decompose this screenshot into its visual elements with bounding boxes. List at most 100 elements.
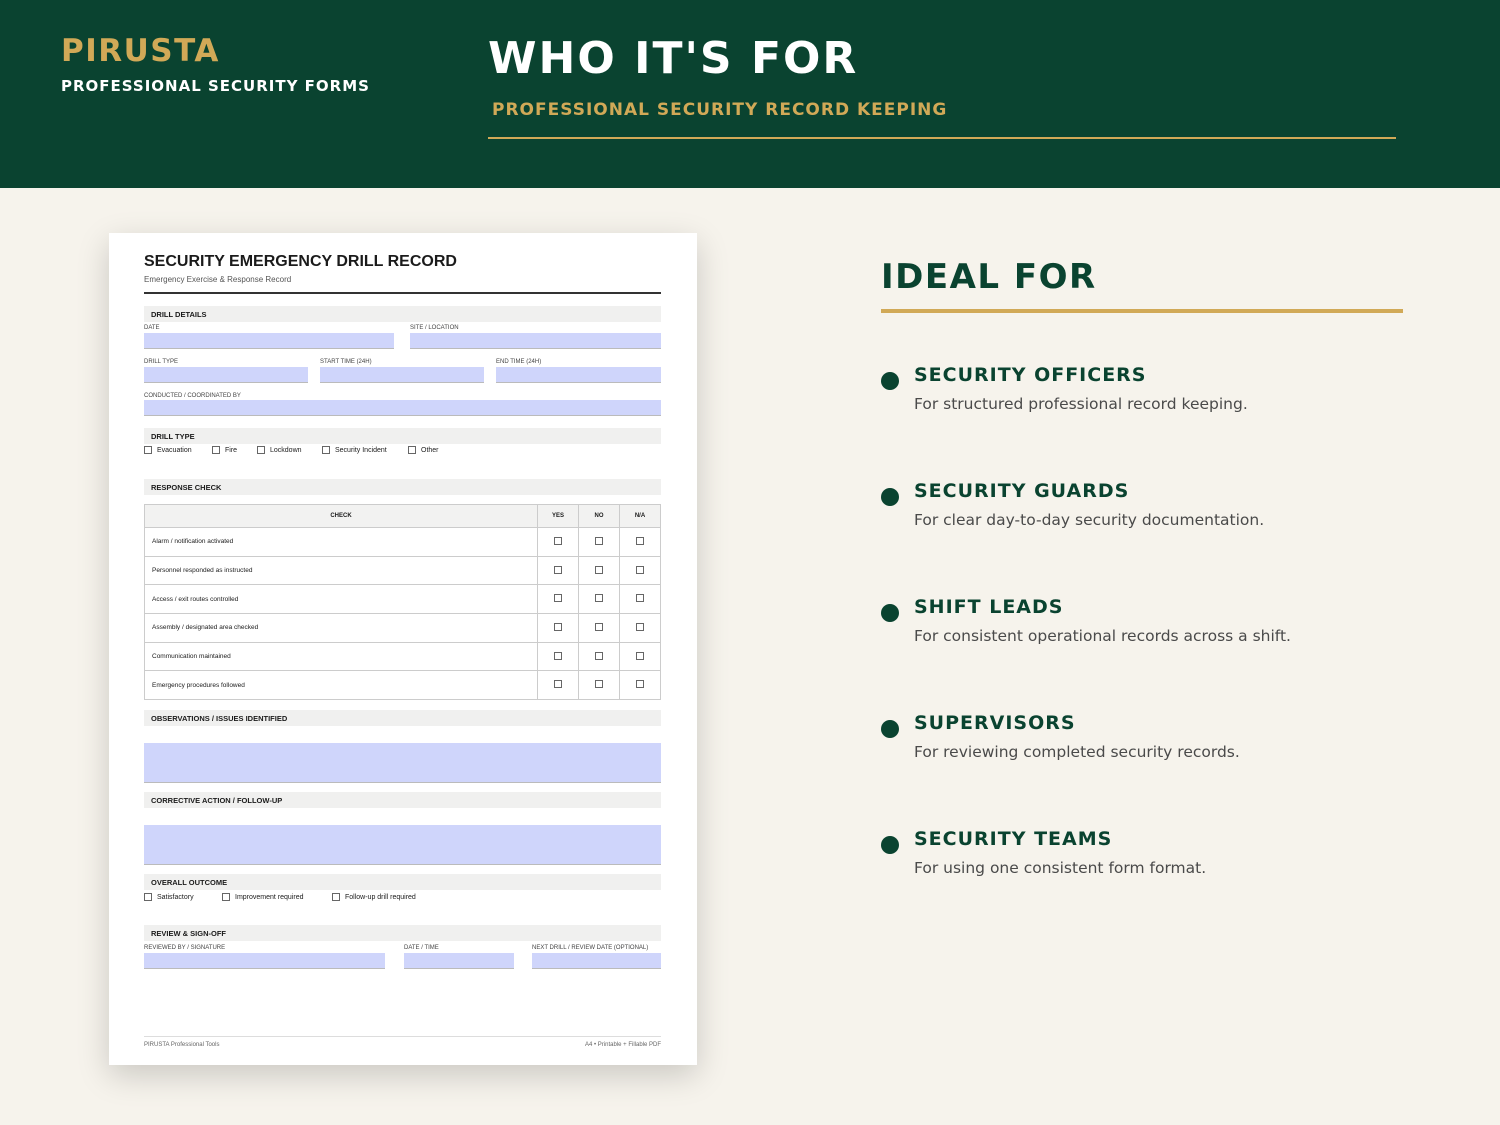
brand-tagline: PROFESSIONAL SECURITY FORMS — [61, 77, 370, 95]
audience-title: SHIFT LEADS — [914, 596, 1064, 618]
option-lockdown[interactable]: Lockdown — [257, 446, 322, 454]
audience-title: SECURITY TEAMS — [914, 828, 1113, 850]
option-evacuation[interactable]: Evacuation — [144, 446, 212, 454]
section-observations: OBSERVATIONS / ISSUES IDENTIFIED — [144, 710, 661, 726]
ideal-for-divider — [881, 309, 1403, 313]
no-checkbox[interactable] — [595, 536, 603, 545]
table-row: Assembly / designated area checked — [144, 613, 661, 643]
na-checkbox[interactable] — [636, 622, 644, 631]
check-label: Assembly / designated area checked — [144, 613, 538, 643]
checkbox[interactable] — [322, 446, 330, 454]
audience-title: SECURITY OFFICERS — [914, 364, 1147, 386]
option-satisfactory[interactable]: Satisfactory — [144, 893, 222, 901]
section-heading: CORRECTIVE ACTION / FOLLOW-UP — [151, 796, 283, 805]
na-checkbox[interactable] — [636, 594, 644, 603]
checkbox[interactable] — [408, 446, 416, 454]
checkbox[interactable] — [144, 893, 152, 901]
no-checkbox[interactable] — [595, 680, 603, 689]
section-response-check: RESPONSE CHECK — [144, 479, 661, 495]
drill-type-field[interactable] — [144, 367, 308, 383]
form-subtitle: Emergency Exercise & Response Record — [144, 275, 292, 284]
check-label: Alarm / notification activated — [144, 527, 538, 557]
section-drill-type: DRILL TYPE — [144, 428, 661, 444]
table-row: Alarm / notification activated — [144, 527, 661, 557]
start-time-field[interactable] — [320, 367, 484, 383]
yes-checkbox[interactable] — [554, 594, 562, 603]
outcome-options: Satisfactory Improvement required Follow… — [144, 893, 416, 901]
check-label: Communication maintained — [144, 641, 538, 672]
checkbox[interactable] — [257, 446, 265, 454]
audience-description: For structured professional record keepi… — [914, 395, 1248, 413]
no-checkbox[interactable] — [595, 565, 603, 574]
end-time-field[interactable] — [496, 367, 661, 383]
site-label: SITE / LOCATION — [410, 325, 459, 331]
bullet-dot-icon — [881, 372, 899, 390]
datetime-label: DATE / TIME — [404, 945, 439, 951]
checkbox[interactable] — [144, 446, 152, 454]
audience-title: SUPERVISORS — [914, 712, 1076, 734]
header-divider — [488, 137, 1396, 139]
bullet-dot-icon — [881, 604, 899, 622]
reviewed-by-label: REVIEWED BY / SIGNATURE — [144, 945, 226, 951]
header-banner: PIRUSTA PROFESSIONAL SECURITY FORMS WHO … — [0, 0, 1500, 188]
ideal-for-heading: IDEAL FOR — [881, 257, 1097, 297]
option-other[interactable]: Other — [408, 446, 439, 454]
brand-name: PIRUSTA — [61, 33, 220, 69]
section-corrective-action: CORRECTIVE ACTION / FOLLOW-UP — [144, 792, 661, 808]
na-checkbox[interactable] — [636, 651, 644, 660]
check-label: Access / exit routes controlled — [144, 584, 538, 615]
section-heading: DRILL DETAILS — [151, 310, 207, 319]
yes-checkbox[interactable] — [554, 651, 562, 660]
bullet-dot-icon — [881, 720, 899, 738]
site-field[interactable] — [410, 333, 661, 349]
yes-checkbox[interactable] — [554, 622, 562, 631]
corrective-action-field[interactable] — [144, 825, 661, 865]
bullet-dot-icon — [881, 836, 899, 854]
form-footer-divider — [144, 1036, 661, 1037]
conducted-by-field[interactable] — [144, 400, 661, 416]
section-heading: DRILL TYPE — [151, 432, 195, 441]
audience-description: For consistent operational records acros… — [914, 627, 1291, 645]
no-checkbox[interactable] — [595, 594, 603, 603]
table-row: Emergency procedures followed — [144, 670, 661, 701]
form-title: SECURITY EMERGENCY DRILL RECORD — [144, 253, 457, 270]
form-footer-left: PIRUSTA Professional Tools — [144, 1042, 220, 1048]
audience-description: For using one consistent form format. — [914, 859, 1207, 877]
form-title-divider — [144, 292, 661, 294]
na-checkbox[interactable] — [636, 565, 644, 574]
section-heading: RESPONSE CHECK — [151, 483, 222, 492]
yes-checkbox[interactable] — [554, 565, 562, 574]
no-checkbox[interactable] — [595, 651, 603, 660]
table-row: Personnel responded as instructed — [144, 555, 661, 586]
na-checkbox[interactable] — [636, 536, 644, 545]
na-checkbox[interactable] — [636, 680, 644, 689]
section-heading: OBSERVATIONS / ISSUES IDENTIFIED — [151, 714, 288, 723]
yes-checkbox[interactable] — [554, 680, 562, 689]
response-check-table: CHECK YES NO N/A Alarm / notification ac… — [144, 504, 661, 701]
option-fire[interactable]: Fire — [212, 446, 257, 454]
date-field[interactable] — [144, 333, 394, 349]
table-row: Access / exit routes controlled — [144, 584, 661, 615]
date-label: DATE — [144, 325, 160, 331]
start-time-label: START TIME (24H) — [320, 359, 372, 365]
audience-description: For clear day-to-day security documentat… — [914, 511, 1265, 529]
option-follow-up-drill[interactable]: Follow-up drill required — [332, 893, 416, 901]
yes-checkbox[interactable] — [554, 536, 562, 545]
form-footer-right: A4 • Printable + Fillable PDF — [585, 1042, 661, 1048]
audience-description: For reviewing completed security records… — [914, 743, 1240, 761]
audience-title: SECURITY GUARDS — [914, 480, 1130, 502]
checkbox[interactable] — [332, 893, 340, 901]
table-row: Communication maintained — [144, 641, 661, 672]
column-header-no: NO — [578, 504, 620, 528]
datetime-field[interactable] — [404, 953, 514, 969]
next-drill-field[interactable] — [532, 953, 661, 969]
checkbox[interactable] — [222, 893, 230, 901]
option-security-incident[interactable]: Security Incident — [322, 446, 408, 454]
observations-field[interactable] — [144, 743, 661, 783]
option-improvement-required[interactable]: Improvement required — [222, 893, 332, 901]
checkbox[interactable] — [212, 446, 220, 454]
no-checkbox[interactable] — [595, 622, 603, 631]
page-title: WHO IT'S FOR — [488, 33, 859, 84]
reviewed-by-field[interactable] — [144, 953, 385, 969]
end-time-label: END TIME (24H) — [496, 359, 542, 365]
